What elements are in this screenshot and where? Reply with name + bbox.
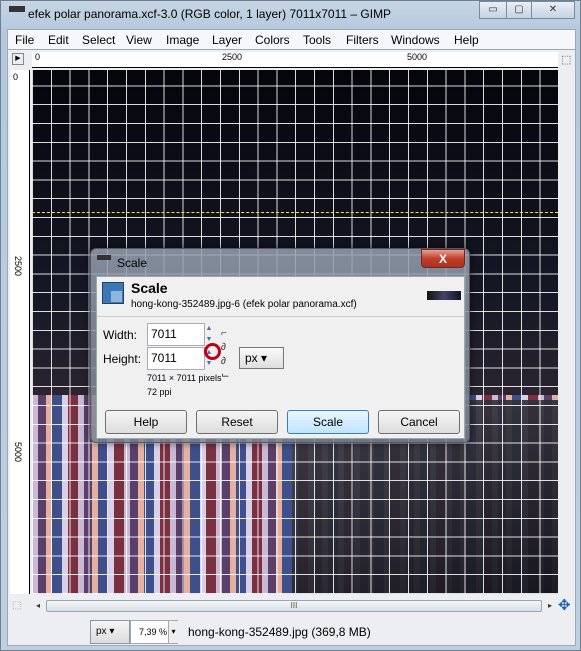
- width-label: Width:: [103, 328, 138, 342]
- dialog-heading: Scale: [131, 280, 168, 296]
- unit-select[interactable]: px ▾: [239, 347, 284, 369]
- maximize-button[interactable]: ▢: [506, 1, 532, 19]
- ruler-label: 0: [13, 72, 19, 82]
- quick-mask-icon[interactable]: ⬚: [12, 600, 21, 611]
- menu-select[interactable]: Select: [82, 33, 115, 47]
- dialog-body: Scale hong-kong-352489.jpg-6 (efek polar…: [96, 276, 465, 439]
- navigate-icon[interactable]: ✥: [558, 596, 571, 614]
- menu-help[interactable]: Help: [454, 33, 479, 47]
- vertical-ruler[interactable]: 0 2500 5000: [10, 70, 30, 594]
- status-text: hong-kong-352489.jpg (369,8 MB): [188, 625, 371, 639]
- menu-bar: File Edit Select View Image Layer Colors…: [7, 29, 576, 49]
- horizontal-scrollbar[interactable]: III: [46, 600, 542, 612]
- height-input[interactable]: 7011: [147, 347, 205, 370]
- horizontal-ruler[interactable]: 0 2500 5000: [32, 52, 558, 68]
- guide-line[interactable]: [32, 212, 558, 213]
- chain-link-icon[interactable]: ⌐ ∂ ∂ ⌙: [221, 327, 229, 383]
- menu-edit[interactable]: Edit: [48, 33, 69, 47]
- help-button[interactable]: Help: [105, 410, 187, 434]
- scale-button[interactable]: Scale: [287, 410, 369, 434]
- menu-windows[interactable]: Windows: [391, 33, 440, 47]
- dialog-subtitle: hong-kong-352489.jpg-6 (efek polar panor…: [131, 299, 357, 310]
- scroll-right-icon[interactable]: ▸: [548, 601, 552, 610]
- scale-dialog: Scale X Scale hong-kong-352489.jpg-6 (ef…: [90, 248, 470, 443]
- scroll-left-icon[interactable]: ◂: [36, 601, 40, 610]
- ruler-label: 2500: [222, 52, 243, 62]
- title-bar: efek polar panorama.xcf-3.0 (RGB color, …: [1, 1, 580, 29]
- ruler-label: 0: [35, 52, 41, 62]
- minimize-button[interactable]: ▭: [479, 1, 507, 19]
- app-icon: [9, 6, 25, 12]
- menu-image[interactable]: Image: [166, 33, 199, 47]
- highlight-circle: [204, 343, 221, 360]
- close-button[interactable]: ✕: [531, 1, 575, 19]
- ruler-label: 2500: [13, 256, 23, 277]
- status-bar: px ▾ 7,39 % ▾ hong-kong-352489.jpg (369,…: [8, 618, 575, 646]
- zoom-to-fit-icon[interactable]: ⬚: [561, 53, 571, 66]
- menu-colors[interactable]: Colors: [255, 33, 290, 47]
- width-input[interactable]: 7011: [147, 323, 205, 346]
- menu-arrow-icon[interactable]: ▶: [12, 53, 24, 65]
- dialog-title: Scale: [117, 256, 148, 270]
- menu-view[interactable]: View: [126, 33, 152, 47]
- ruler-label: 5000: [407, 52, 428, 62]
- size-info: 7011 × 7011 pixels: [147, 373, 222, 383]
- menu-file[interactable]: File: [15, 33, 34, 47]
- dialog-close-button[interactable]: X: [421, 249, 465, 268]
- scale-icon: [102, 282, 124, 304]
- reset-button[interactable]: Reset: [196, 410, 278, 434]
- resolution-info: 72 ppi: [147, 387, 172, 397]
- menu-tools[interactable]: Tools: [303, 33, 331, 47]
- image-thumbnail: [427, 291, 461, 300]
- ruler-label: 5000: [13, 442, 23, 463]
- menu-filters[interactable]: Filters: [346, 33, 379, 47]
- height-label: Height:: [103, 352, 142, 366]
- width-spin-up[interactable]: ▲: [203, 323, 215, 334]
- menu-layer[interactable]: Layer: [212, 33, 242, 47]
- unit-dropdown[interactable]: px ▾: [90, 620, 130, 644]
- dialog-header: Scale hong-kong-352489.jpg-6 (efek polar…: [97, 277, 464, 317]
- window-title: efek polar panorama.xcf-3.0 (RGB color, …: [28, 7, 392, 21]
- cancel-button[interactable]: Cancel: [378, 410, 460, 434]
- zoom-dropdown-arrow[interactable]: ▾: [168, 621, 178, 643]
- dialog-app-icon: [97, 255, 111, 260]
